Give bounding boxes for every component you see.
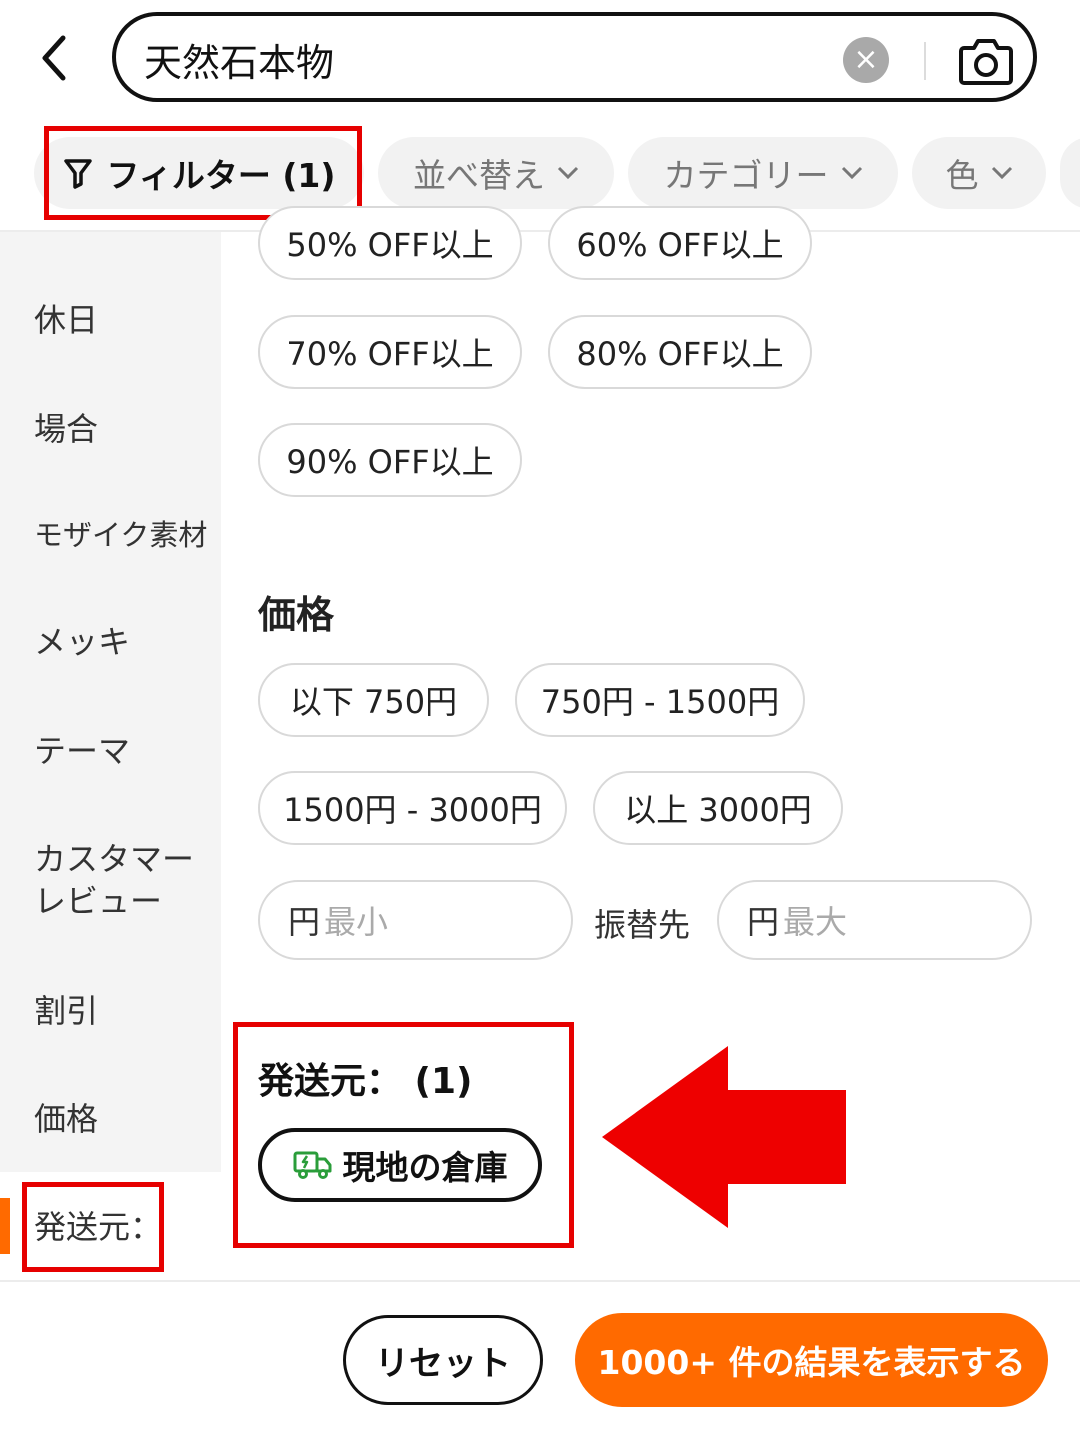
back-button[interactable]: [30, 28, 78, 88]
discount-option-90[interactable]: 90% OFF以上: [258, 423, 522, 497]
more-filter-chip[interactable]: [1060, 137, 1080, 209]
search-input[interactable]: 天然石本物 ×: [112, 12, 1037, 102]
sort-dropdown-label: 並べ替え: [413, 156, 545, 195]
sidebar-active-indicator: [0, 1198, 10, 1254]
price-min-placeholder: 最小: [324, 903, 389, 941]
sidebar-item-discount[interactable]: 割引: [34, 990, 98, 1032]
discount-option-80[interactable]: 80% OFF以上: [548, 315, 812, 389]
currency-label: 円: [288, 903, 321, 941]
price-option-1500-3000[interactable]: 1500円 - 3000円: [258, 771, 567, 845]
sidebar-item-occasion[interactable]: 場合: [34, 408, 98, 450]
category-dropdown[interactable]: カテゴリー: [628, 137, 898, 209]
filter-button-label: フィルター (1): [106, 156, 336, 195]
price-range-separator: 振替先: [594, 906, 691, 944]
chevron-down-icon: [991, 166, 1013, 180]
sidebar-item-customer-review[interactable]: カスタマー レビュー: [34, 838, 194, 922]
annotation-highlight-ship-from-tab: [22, 1182, 164, 1272]
sidebar-item-price[interactable]: 価格: [34, 1098, 98, 1140]
search-query-text: 天然石本物: [144, 41, 335, 85]
price-option-under-750[interactable]: 以下 750円: [258, 663, 489, 737]
show-results-button[interactable]: 1000+ 件の結果を表示する: [575, 1313, 1048, 1407]
camera-icon[interactable]: [958, 36, 1014, 86]
annotation-arrow-icon: [602, 1046, 846, 1228]
sidebar-item-plating[interactable]: メッキ: [34, 621, 130, 663]
price-section-title: 価格: [258, 593, 335, 637]
footer-divider: [0, 1280, 1080, 1282]
price-option-750-1500[interactable]: 750円 - 1500円: [515, 663, 805, 737]
price-min-field[interactable]: 円 最小: [258, 880, 573, 960]
annotation-highlight-ship-from-section: [233, 1022, 574, 1248]
discount-option-60[interactable]: 60% OFF以上: [548, 206, 812, 280]
color-dropdown-label: 色: [945, 156, 979, 195]
reset-button[interactable]: リセット: [343, 1315, 543, 1405]
currency-label: 円: [747, 903, 780, 941]
chevron-down-icon: [841, 166, 863, 180]
category-dropdown-label: カテゴリー: [663, 156, 829, 195]
filter-icon: [63, 159, 92, 189]
filter-button[interactable]: フィルター (1): [34, 137, 364, 209]
clear-icon[interactable]: ×: [843, 37, 889, 83]
price-option-over-3000[interactable]: 以上 3000円: [593, 771, 843, 845]
sidebar-item-theme[interactable]: テーマ: [34, 730, 130, 772]
discount-option-70[interactable]: 70% OFF以上: [258, 315, 522, 389]
chevron-down-icon: [557, 166, 579, 180]
back-arrow-icon: [42, 35, 66, 81]
sidebar-item-mosaic-material[interactable]: モザイク素材: [34, 514, 207, 556]
sort-dropdown[interactable]: 並べ替え: [378, 137, 614, 209]
price-max-placeholder: 最大: [783, 903, 848, 941]
color-dropdown[interactable]: 色: [912, 137, 1046, 209]
search-divider: [924, 42, 926, 80]
price-max-field[interactable]: 円 最大: [717, 880, 1032, 960]
discount-option-50[interactable]: 50% OFF以上: [258, 206, 522, 280]
sidebar-item-holiday[interactable]: 休日: [34, 299, 98, 341]
